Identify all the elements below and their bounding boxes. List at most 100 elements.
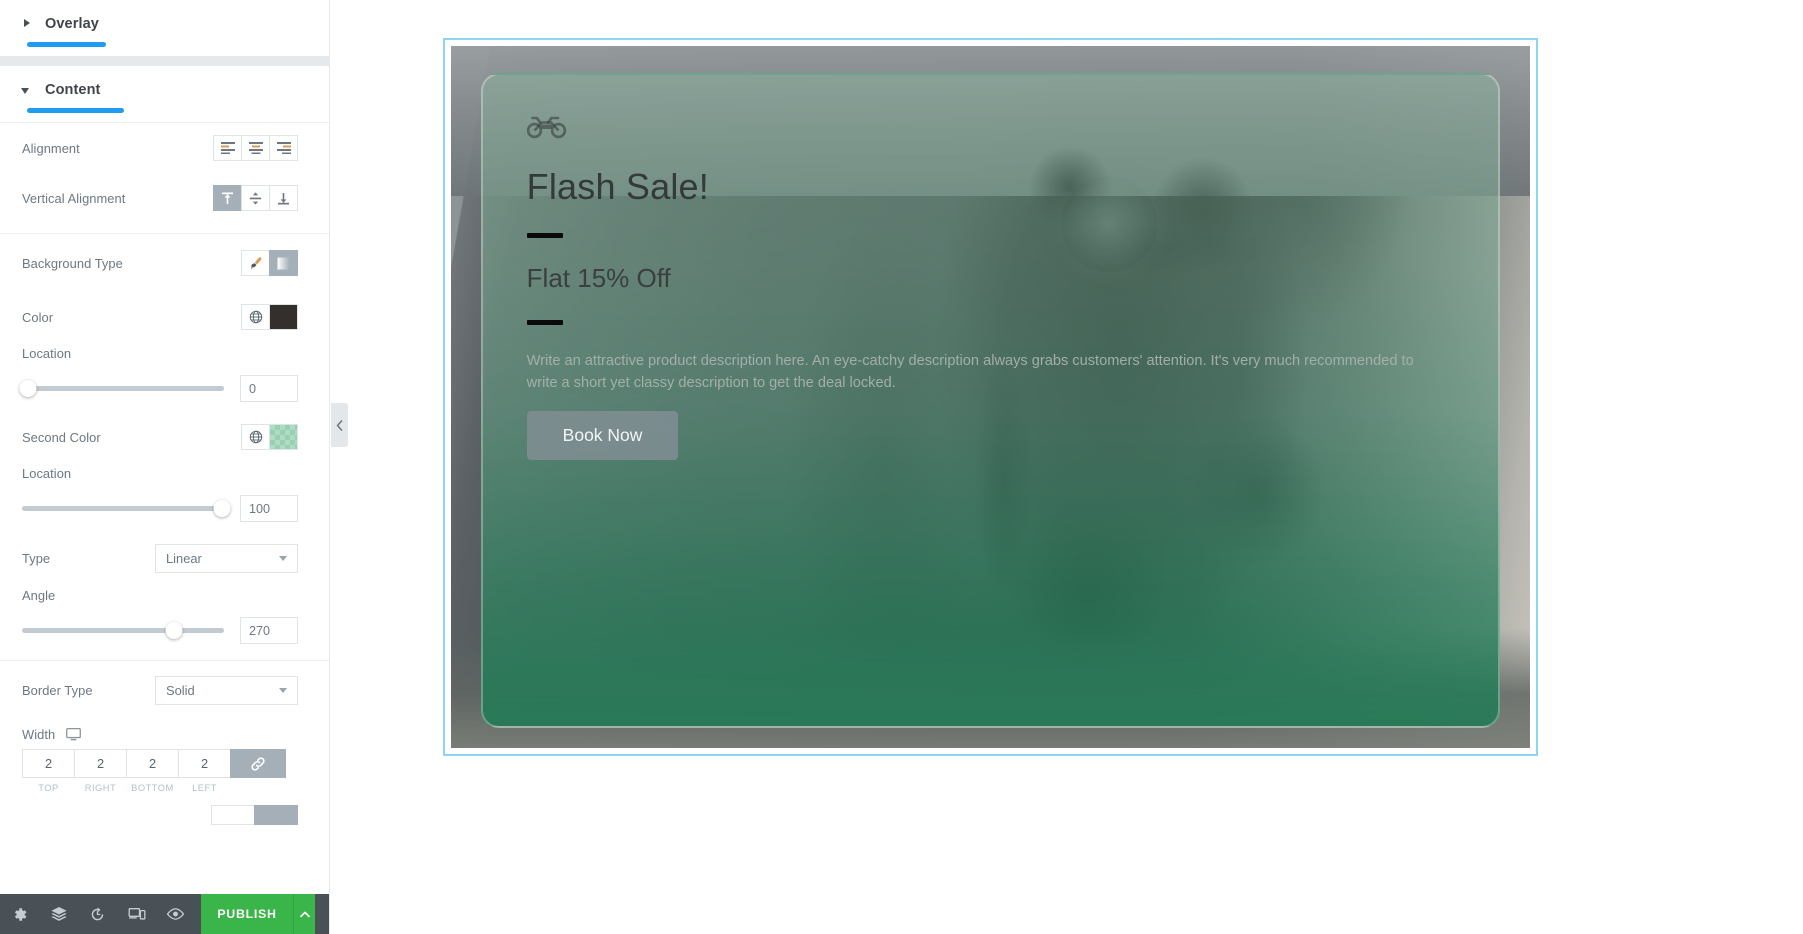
motorcycle-icon — [526, 111, 1499, 143]
promo-title: Flash Sale! — [526, 166, 709, 208]
location-2-slider-row: 100 — [22, 495, 298, 522]
background-type-label: Background Type — [22, 255, 123, 271]
panel-collapse-handle[interactable] — [331, 403, 348, 447]
control-second-color: Second Color — [0, 412, 329, 462]
alignment-label: Alignment — [22, 140, 80, 156]
editor-bottom-bar: PUBLISH — [0, 894, 329, 934]
globe-icon — [249, 430, 262, 444]
partial-next-control — [0, 799, 329, 825]
global-second-color-button[interactable] — [241, 424, 270, 450]
promo-divider-top — [526, 232, 563, 238]
preview-button[interactable] — [156, 894, 195, 934]
border-type-select[interactable]: Solid — [155, 675, 298, 705]
layers-navigator-button[interactable] — [39, 894, 78, 934]
width-top-input[interactable]: 2 — [22, 749, 75, 778]
angle-slider[interactable] — [22, 622, 224, 640]
align-top-icon — [222, 192, 233, 204]
width-right-input[interactable]: 2 — [74, 749, 127, 778]
align-middle-icon — [249, 191, 262, 205]
promo-overlay-box[interactable]: Flash Sale! Flat 15% Off Write an attrac… — [480, 73, 1501, 729]
gradient-type-select[interactable]: Linear — [155, 543, 298, 573]
vertical-alignment-choices — [213, 185, 298, 211]
align-left-button[interactable] — [213, 135, 242, 161]
background-type-choices — [241, 250, 298, 276]
location-2-input[interactable]: 100 — [240, 495, 298, 522]
color-swatch[interactable] — [269, 304, 298, 330]
selected-section-outline[interactable]: Flash Sale! Flat 15% Off Write an attrac… — [443, 38, 1538, 756]
section-content[interactable]: Content — [0, 66, 329, 122]
width-bottom-input[interactable]: 2 — [126, 749, 179, 778]
width-label-right: RIGHT — [84, 782, 117, 793]
color-label: Color — [22, 309, 54, 325]
settings-gear-icon — [15, 907, 27, 921]
settings-gear-button[interactable] — [0, 894, 39, 934]
global-color-button[interactable] — [241, 304, 270, 330]
brush-icon — [251, 256, 262, 270]
next-control-box-active[interactable] — [254, 805, 298, 825]
location-1-slider[interactable] — [19, 380, 224, 398]
section-content-title: Content — [45, 82, 101, 98]
preview-canvas[interactable]: Flash Sale! Flat 15% Off Write an attrac… — [330, 0, 1803, 934]
align-top-button[interactable] — [213, 185, 242, 211]
width-left-input[interactable]: 2 — [178, 749, 231, 778]
section-overlay[interactable]: Overlay — [0, 0, 329, 56]
control-angle: Angle 270 — [0, 584, 329, 654]
responsive-mode-icon — [128, 908, 145, 920]
gradient-type-value: Linear — [166, 550, 202, 566]
chevron-down-icon — [279, 688, 287, 693]
width-label-bottom: BOTTOM — [131, 782, 174, 793]
section-content-underline — [27, 108, 124, 113]
background-classic-button[interactable] — [241, 250, 270, 276]
slider-knob[interactable] — [19, 380, 37, 397]
second-color-label: Second Color — [22, 429, 101, 445]
align-right-button[interactable] — [269, 135, 298, 161]
section-overlay-title: Overlay — [45, 16, 99, 32]
alignment-choices — [213, 135, 298, 161]
align-bottom-button[interactable] — [269, 185, 298, 211]
promo-divider-bottom — [526, 319, 563, 325]
angle-input[interactable]: 270 — [240, 617, 298, 644]
promo-subtitle: Flat 15% Off — [526, 262, 671, 293]
panel-scroll-area[interactable]: Overlay Content Alignment Vertical Align… — [0, 0, 329, 894]
chevron-down-icon — [279, 556, 287, 561]
align-bottom-icon — [278, 192, 289, 204]
second-color-swatch[interactable] — [269, 424, 298, 450]
slider-track — [22, 506, 224, 511]
elementor-editor: Overlay Content Alignment Vertical Align… — [0, 0, 1803, 934]
second-color-picker — [241, 424, 298, 450]
publish-options-button[interactable] — [293, 894, 315, 934]
control-width-dims: 2 2 2 2 TOP RIGHT BOTTOM LEFT — [0, 749, 329, 799]
vertical-alignment-label: Vertical Alignment — [22, 190, 126, 206]
width-link-values-button[interactable] — [230, 749, 286, 778]
book-now-button[interactable]: Book Now — [526, 410, 679, 460]
next-control-box[interactable] — [211, 805, 255, 825]
slider-knob[interactable] — [165, 622, 182, 639]
control-color: Color — [0, 292, 329, 342]
layers-navigator-icon — [50, 906, 67, 921]
desktop-icon — [66, 727, 82, 740]
align-left-icon — [220, 142, 235, 154]
chevron-left-icon — [336, 419, 343, 431]
location-1-input[interactable]: 0 — [240, 375, 298, 402]
background-gradient-button[interactable] — [269, 250, 298, 276]
slider-track — [22, 628, 224, 633]
control-width-header: Width — [0, 719, 329, 749]
location-2-slider[interactable] — [22, 500, 231, 518]
slider-knob[interactable] — [213, 500, 231, 517]
control-location-1: Location 0 — [0, 342, 329, 412]
align-middle-button[interactable] — [241, 185, 270, 211]
border-type-value: Solid — [166, 682, 195, 698]
location-1-label: Location — [22, 346, 72, 361]
preview-eye-icon — [166, 908, 185, 920]
globe-icon — [249, 310, 262, 324]
history-button[interactable] — [78, 894, 117, 934]
chevron-up-icon — [299, 911, 310, 917]
align-center-button[interactable] — [241, 135, 270, 161]
chevron-down-icon — [21, 85, 32, 95]
width-label-left: LEFT — [192, 782, 217, 793]
history-icon — [91, 906, 104, 920]
publish-button[interactable]: PUBLISH — [201, 894, 293, 934]
chevron-right-icon — [22, 19, 32, 29]
border-type-label: Border Type — [22, 682, 93, 698]
responsive-mode-button[interactable] — [117, 894, 156, 934]
